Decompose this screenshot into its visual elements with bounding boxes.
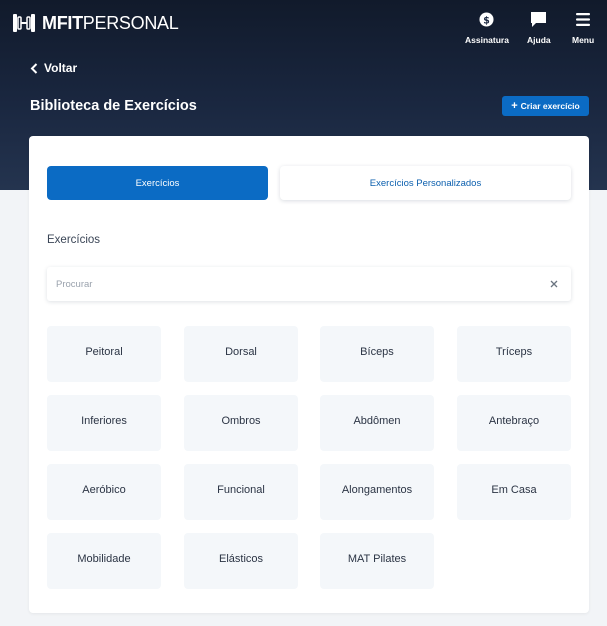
- brand-light: PERSONAL: [82, 13, 179, 33]
- dumbbell-logo-icon: [13, 14, 35, 32]
- category-antebraco[interactable]: Antebraço: [457, 395, 571, 451]
- category-peitoral[interactable]: Peitoral: [47, 326, 161, 382]
- category-dorsal[interactable]: Dorsal: [184, 326, 298, 382]
- close-icon: [550, 280, 558, 288]
- nav-ajuda[interactable]: Ajuda: [527, 10, 551, 45]
- category-mat-pilates[interactable]: MAT Pilates: [320, 533, 434, 589]
- top-bar: MFITPERSONAL $ Assinatura Ajuda Menu: [0, 0, 607, 46]
- chevron-left-icon: [30, 62, 38, 74]
- dollar-icon: $: [478, 10, 496, 28]
- category-triceps[interactable]: Tríceps: [457, 326, 571, 382]
- page-title: Biblioteca de Exercícios: [30, 98, 197, 114]
- create-exercise-label: Criar exercício: [520, 101, 580, 111]
- category-aerobico[interactable]: Aeróbico: [47, 464, 161, 520]
- back-label: Voltar: [44, 61, 78, 75]
- svg-text:$: $: [484, 15, 491, 26]
- category-mobilidade[interactable]: Mobilidade: [47, 533, 161, 589]
- category-alongamentos[interactable]: Alongamentos: [320, 464, 434, 520]
- tab-exercicios-personalizados[interactable]: Exercícios Personalizados: [280, 166, 571, 200]
- brand-bold: MFIT: [42, 13, 83, 33]
- category-inferiores[interactable]: Inferiores: [47, 395, 161, 451]
- search-input[interactable]: [47, 278, 537, 290]
- brand-name: MFITPERSONAL: [42, 11, 179, 35]
- category-ombros[interactable]: Ombros: [184, 395, 298, 451]
- category-biceps[interactable]: Bíceps: [320, 326, 434, 382]
- category-funcional[interactable]: Funcional: [184, 464, 298, 520]
- category-em-casa[interactable]: Em Casa: [457, 464, 571, 520]
- clear-search-button[interactable]: [537, 267, 571, 301]
- category-abdomen[interactable]: Abdômen: [320, 395, 434, 451]
- chat-icon: [530, 10, 548, 28]
- nav-menu-label: Menu: [572, 35, 595, 45]
- section-title: Exercícios: [47, 234, 101, 246]
- category-elasticos[interactable]: Elásticos: [184, 533, 298, 589]
- plus-icon: +: [511, 99, 518, 112]
- nav-menu[interactable]: Menu: [572, 10, 594, 45]
- nav-assinatura[interactable]: $ Assinatura: [465, 10, 509, 45]
- nav-ajuda-label: Ajuda: [527, 35, 551, 45]
- create-exercise-button[interactable]: + Criar exercício: [502, 96, 589, 116]
- brand-logo[interactable]: MFITPERSONAL: [12, 11, 179, 35]
- search-box: [47, 267, 571, 301]
- tab-exercicios[interactable]: Exercícios: [47, 166, 268, 200]
- hamburger-icon: [574, 10, 592, 28]
- nav-assinatura-label: Assinatura: [465, 35, 509, 45]
- back-link[interactable]: Voltar: [30, 61, 77, 75]
- library-card: Exercícios Exercícios Personalizados Exe…: [29, 136, 589, 613]
